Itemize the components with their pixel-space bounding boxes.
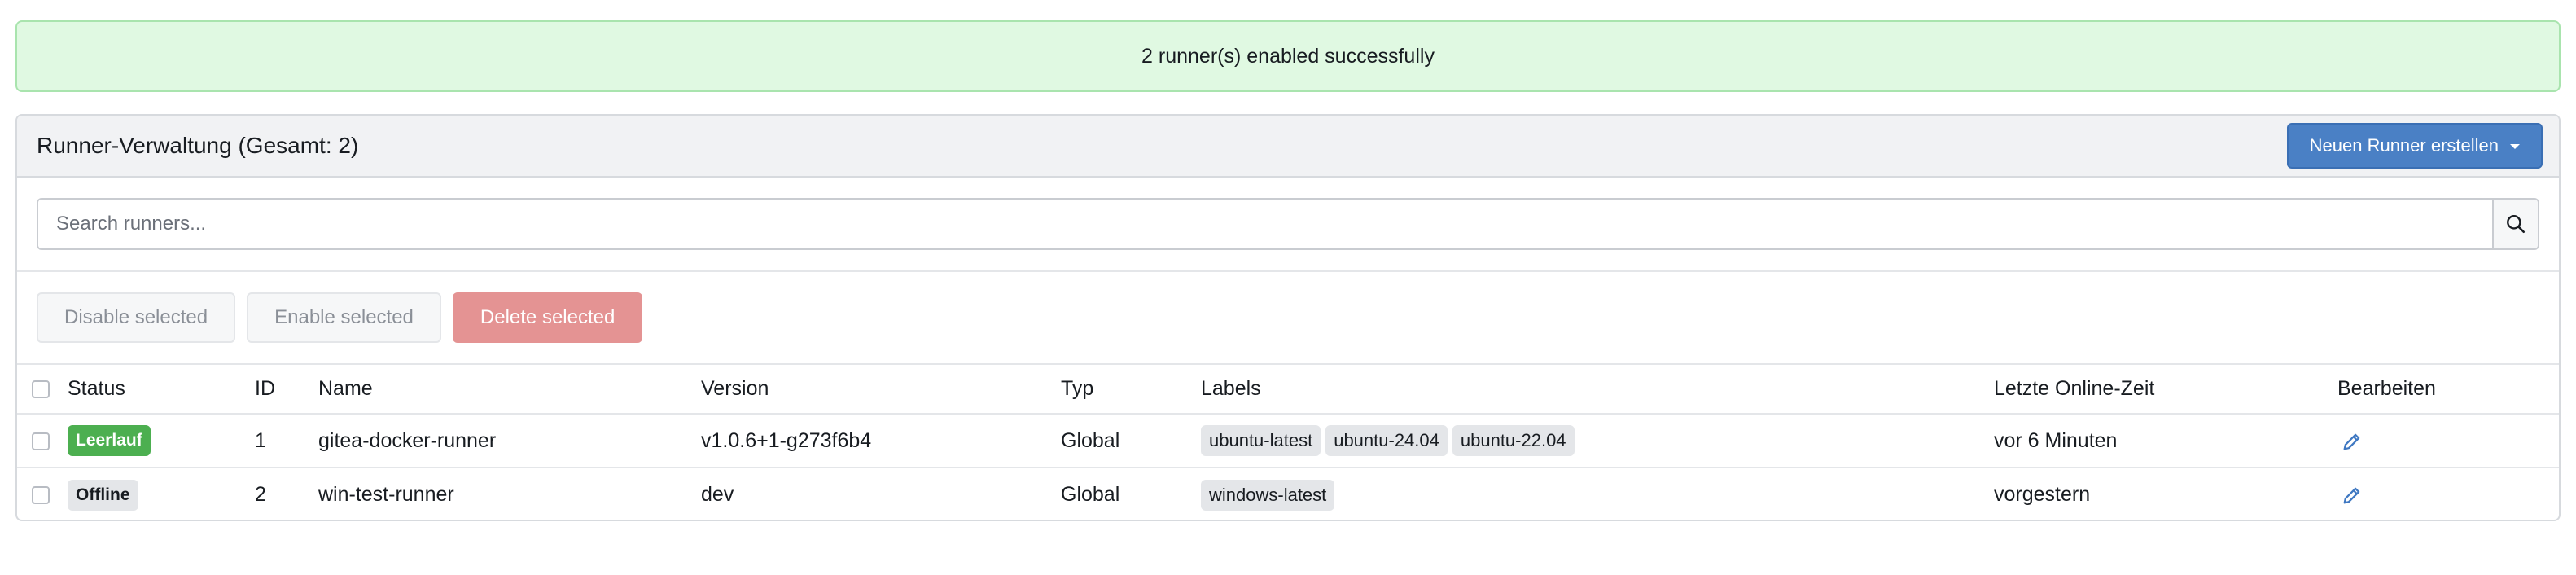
runner-type: Global [1061, 483, 1120, 506]
runner-panel: Runner-Verwaltung (Gesamt: 2) Neuen Runn… [15, 114, 2561, 521]
column-labels: Labels [1201, 377, 1261, 400]
new-runner-label: Neuen Runner erstellen [2309, 135, 2499, 156]
chevron-down-icon [2510, 144, 2520, 149]
edit-cell [2337, 414, 2559, 467]
pencil-icon [2343, 433, 2360, 450]
column-name[interactable]: Name [318, 365, 701, 414]
runner-labels: windows-latest [1201, 467, 1994, 520]
table-header-row: Status ID Name Version Typ Labels Letzte… [17, 365, 2559, 414]
flash-message: 2 runner(s) enabled successfully [15, 20, 2561, 92]
label-chip: ubuntu-24.04 [1325, 425, 1448, 456]
search-row [17, 178, 2559, 272]
disable-selected-button[interactable]: Disable selected [37, 292, 236, 343]
status-badge: Offline [68, 479, 138, 511]
row-checkbox[interactable] [32, 432, 50, 450]
column-id[interactable]: ID [255, 365, 318, 414]
page-title: Runner-Verwaltung (Gesamt: 2) [37, 133, 359, 158]
status-cell: Offline [68, 467, 255, 520]
search-input[interactable] [38, 200, 2492, 248]
row-select-cell [17, 467, 68, 520]
column-version[interactable]: Version [701, 365, 1061, 414]
bulk-actions: Disable selected Enable selected Delete … [17, 272, 2559, 365]
column-last-online[interactable]: Letzte Online-Zeit [1994, 365, 2337, 414]
new-runner-button[interactable]: Neuen Runner erstellen [2286, 123, 2543, 169]
runner-version: dev [701, 483, 734, 506]
status-badge: Leerlauf [68, 425, 151, 456]
label-chip: windows-latest [1201, 479, 1335, 511]
label-chip: ubuntu-22.04 [1452, 425, 1575, 456]
search-icon [2507, 215, 2526, 234]
search-button[interactable] [2492, 200, 2538, 248]
runner-id: 1 [255, 428, 266, 452]
runner-type: Global [1061, 428, 1120, 452]
runner-labels: ubuntu-latest ubuntu-24.04 ubuntu-22.04 [1201, 414, 1994, 467]
panel-header: Runner-Verwaltung (Gesamt: 2) Neuen Runn… [17, 116, 2559, 178]
runners-table: Status ID Name Version Typ Labels Letzte… [17, 365, 2559, 520]
runner-last-online: vor 6 Minuten [1994, 428, 2118, 452]
column-type[interactable]: Typ [1061, 365, 1201, 414]
runner-id: 2 [255, 483, 266, 506]
table-row: Leerlauf 1 gitea-docker-runner v1.0.6+1-… [17, 414, 2559, 467]
runner-name: win-test-runner [318, 483, 454, 506]
runner-last-online: vorgestern [1994, 483, 2091, 506]
select-all-checkbox[interactable] [32, 380, 50, 399]
column-status[interactable]: Status [68, 365, 255, 414]
select-all-cell [17, 365, 68, 414]
runner-name: gitea-docker-runner [318, 428, 497, 452]
search-box [37, 198, 2539, 250]
row-checkbox[interactable] [32, 486, 50, 505]
row-select-cell [17, 414, 68, 467]
table-row: Offline 2 win-test-runner dev Global win… [17, 467, 2559, 520]
runner-version: v1.0.6+1-g273f6b4 [701, 428, 872, 452]
edit-runner-link[interactable] [2337, 483, 2364, 507]
edit-runner-link[interactable] [2337, 428, 2364, 452]
flash-message-text: 2 runner(s) enabled successfully [1141, 44, 1435, 68]
edit-cell [2337, 467, 2559, 520]
column-edit: Bearbeiten [2337, 377, 2436, 400]
delete-selected-button[interactable]: Delete selected [452, 292, 643, 343]
status-cell: Leerlauf [68, 414, 255, 467]
label-chip: ubuntu-latest [1201, 425, 1321, 456]
pencil-icon [2343, 487, 2360, 504]
enable-selected-button[interactable]: Enable selected [247, 292, 441, 343]
